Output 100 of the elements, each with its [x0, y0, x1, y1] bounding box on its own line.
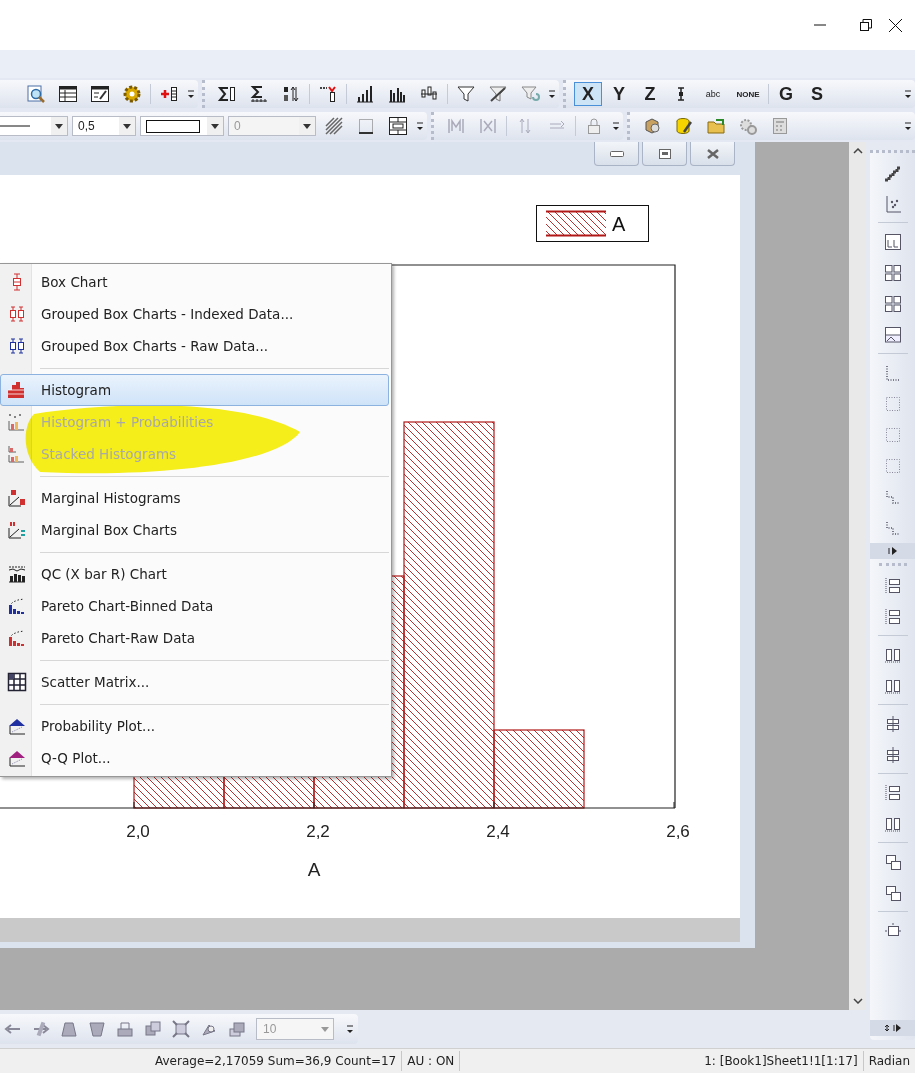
menu-item[interactable]: Pareto Chart-Binned Data	[0, 590, 389, 622]
layout-grid-icon[interactable]	[882, 293, 903, 314]
menu-item[interactable]: Histogram	[0, 374, 389, 406]
sum-icon[interactable]	[217, 84, 237, 104]
menu-item[interactable]: Pareto Chart-Raw Data	[0, 622, 389, 654]
overflow-icon[interactable]	[346, 1022, 354, 1036]
menu-item[interactable]: Grouped Box Charts - Indexed Data...	[0, 298, 389, 330]
menu-item[interactable]: Marginal Box Charts	[0, 514, 389, 546]
table-layout-icon[interactable]	[388, 116, 408, 136]
axis-toolbar-button[interactable]: abc	[698, 82, 728, 106]
trapezoid-icon[interactable]	[59, 1019, 79, 1039]
menu-item[interactable]: Scatter Matrix...	[0, 666, 389, 698]
grouped-box-plot-icon	[7, 336, 27, 356]
cube-icon[interactable]	[642, 116, 662, 136]
overflow-icon[interactable]	[416, 119, 424, 133]
menu-item[interactable]: Grouped Box Charts - Raw Data...	[0, 330, 389, 362]
folder-icon[interactable]	[706, 116, 726, 136]
line-width-dropdown[interactable]: 0,5	[72, 116, 136, 136]
overflow-icon[interactable]	[187, 87, 195, 101]
fit-icon[interactable]	[171, 1019, 191, 1039]
column-values-icon[interactable]	[318, 84, 338, 104]
vertical-scrollbar[interactable]	[849, 142, 866, 1010]
dropdown-caret-icon	[211, 123, 219, 129]
status-text: Average=2,17059 Sum=36,9 Count=17	[150, 1051, 403, 1071]
tick-label: 2,0	[126, 822, 150, 841]
table-icon[interactable]	[58, 84, 78, 104]
inverted-trapezoid-icon[interactable]	[87, 1019, 107, 1039]
bar-chart-icon[interactable]	[355, 84, 375, 104]
maximize-button[interactable]	[642, 142, 687, 166]
tick-label: 2,4	[486, 822, 510, 841]
menu-item[interactable]: Probability Plot...	[0, 710, 389, 742]
axis-toolbar-button[interactable]: Z	[636, 82, 664, 106]
close-icon	[706, 148, 719, 159]
sum-icon[interactable]	[249, 84, 269, 104]
overflow-icon[interactable]	[612, 119, 620, 133]
line-sample-icon	[0, 125, 30, 127]
color-dropdown[interactable]	[140, 116, 224, 136]
minimize-icon	[609, 150, 624, 157]
send-backward-icon[interactable]	[143, 1019, 163, 1039]
restore-icon	[860, 19, 872, 31]
status-text: 1: [Book1]Sheet1!1[1:17]	[699, 1051, 864, 1071]
fill-pattern-icon[interactable]	[324, 116, 344, 136]
layout-picture-icon[interactable]	[882, 324, 903, 345]
menu-item[interactable]: Box Chart	[0, 266, 389, 298]
status-text: Radian	[867, 1053, 911, 1070]
border-icon[interactable]	[356, 116, 376, 136]
axis-toolbar-button[interactable]: S	[803, 82, 831, 106]
filter-icon[interactable]	[456, 84, 476, 104]
overflow-icon[interactable]	[904, 119, 912, 133]
align-icon[interactable]	[882, 606, 903, 627]
histogram-probability-icon	[7, 412, 27, 432]
form-icon[interactable]	[90, 84, 110, 104]
layout-icon[interactable]	[882, 231, 903, 252]
expand-icon[interactable]	[887, 547, 898, 555]
calculator-icon[interactable]	[770, 116, 790, 136]
axis-toolbar-button[interactable]: Y	[605, 82, 633, 106]
dropdown-caret-icon	[123, 123, 131, 129]
pareto-chart-icon	[7, 628, 27, 648]
line-style-dropdown[interactable]	[0, 116, 68, 136]
gear-icon[interactable]	[122, 84, 142, 104]
clear-filter-icon[interactable]	[488, 84, 508, 104]
legend-swatch	[545, 210, 607, 237]
dropdown-caret-icon	[55, 123, 63, 129]
overflow-icon[interactable]	[904, 87, 912, 101]
close-icon	[889, 18, 902, 32]
menu-item[interactable]: Q-Q Plot...	[0, 742, 389, 774]
axis-toolbar-button[interactable]: NONE	[731, 82, 765, 106]
axis-toolbar-button[interactable]: G	[772, 82, 800, 106]
menu-item[interactable]: QC (X bar R) Chart	[0, 558, 389, 590]
menu-item[interactable]: Marginal Histograms	[0, 482, 389, 514]
expand-icon[interactable]	[884, 1024, 901, 1032]
tick-label: 2,2	[306, 822, 330, 841]
dropdown-caret-icon	[303, 123, 311, 129]
grouped-box-plot-icon	[7, 304, 27, 324]
axis-title: A	[307, 859, 321, 880]
layers-icon[interactable]	[227, 1019, 247, 1039]
scroll-down-icon[interactable]	[852, 998, 863, 1004]
database-edit-icon[interactable]	[674, 116, 694, 136]
layout-grid-icon[interactable]	[882, 262, 903, 283]
horizontal-scrollbar[interactable]	[0, 918, 740, 942]
pareto-chart-icon	[7, 596, 27, 616]
maximize-icon	[658, 148, 671, 159]
color-swatch	[146, 119, 200, 133]
preview-icon[interactable]	[26, 84, 46, 104]
scroll-up-icon[interactable]	[852, 148, 863, 154]
align-icon[interactable]	[882, 575, 903, 596]
move-right-icon[interactable]	[31, 1019, 51, 1039]
settings-icon[interactable]	[738, 116, 758, 136]
axis-toolbar-button[interactable]: X	[574, 82, 602, 106]
stacked-histogram-icon	[7, 444, 27, 464]
status-text: AU : ON	[402, 1051, 461, 1071]
minimize-button[interactable]	[594, 142, 639, 166]
overflow-icon[interactable]	[548, 87, 556, 101]
bring-forward-icon[interactable]	[115, 1019, 135, 1039]
histogram-icon	[7, 380, 27, 400]
align-icon[interactable]	[882, 782, 903, 803]
dropdown-caret-icon	[321, 1026, 329, 1032]
sort-icon[interactable]	[281, 84, 301, 104]
control-chart-icon	[7, 564, 27, 584]
add-column-icon[interactable]	[159, 84, 179, 104]
